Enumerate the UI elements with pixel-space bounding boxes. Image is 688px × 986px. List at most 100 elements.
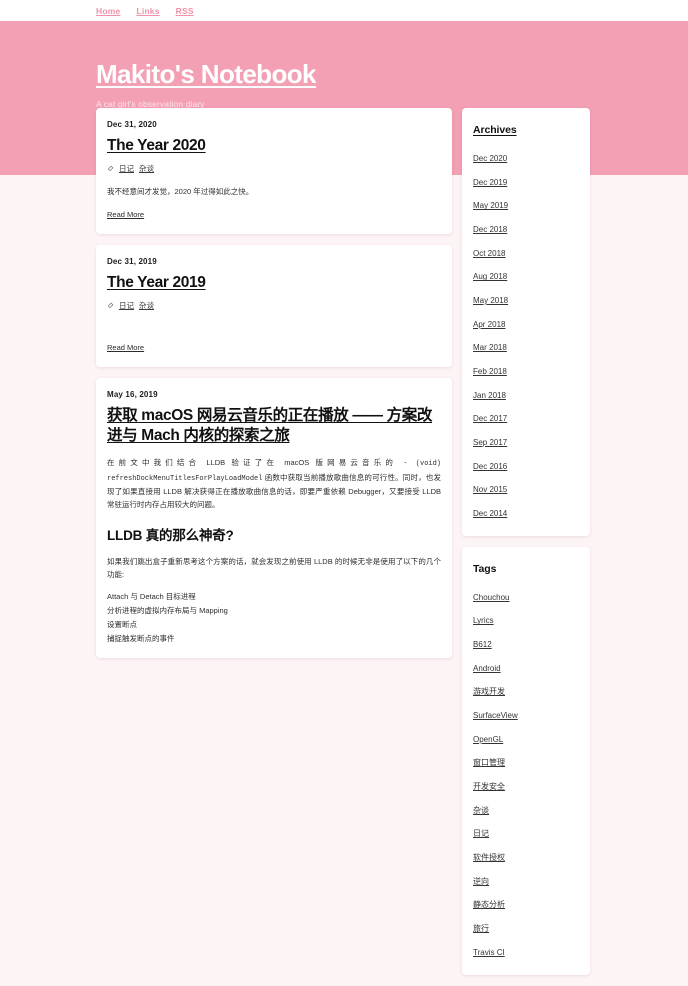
archive-link[interactable]: Dec 2019: [473, 178, 507, 187]
tag-link[interactable]: 逆向: [473, 877, 489, 886]
post-date: May 16, 2019: [107, 389, 158, 399]
tag-link[interactable]: SurfaceView: [473, 711, 518, 720]
tags-widget: Tags Chouchou Lyrics B612 Android 游戏开发 S…: [462, 546, 590, 975]
list-item: 窗口管理: [473, 749, 579, 773]
post-tag[interactable]: 杂谈: [139, 163, 154, 174]
list-item: Jan 2018: [473, 382, 579, 406]
list-item: Dec 2016: [473, 453, 579, 477]
list-item: Oct 2018: [473, 240, 579, 264]
tag-link[interactable]: 静态分析: [473, 900, 505, 909]
tag-link[interactable]: Lyrics: [473, 616, 494, 625]
post-tag[interactable]: 日记: [119, 163, 134, 174]
excerpt-text-before: 在前文中我们结合 LLDB 验证了在 macOS 版网易云音乐的: [107, 458, 404, 468]
post-tag-row: 日记 杂谈: [107, 300, 441, 311]
list-item: Aug 2018: [473, 263, 579, 287]
post-date: Dec 31, 2020: [107, 120, 157, 129]
tag-link[interactable]: Chouchou: [473, 593, 509, 602]
site-title[interactable]: Makito's Notebook: [96, 59, 316, 90]
nav-link-home[interactable]: Home: [96, 6, 120, 16]
tag-link[interactable]: B612: [473, 640, 492, 649]
archive-link[interactable]: Dec 2016: [473, 462, 507, 471]
post-section-heading: LLDB 真的那么神奇?: [107, 528, 234, 544]
list-item: Lyrics: [473, 607, 579, 631]
list-item: Chouchou: [473, 584, 579, 608]
tag-link[interactable]: 游戏开发: [473, 687, 505, 696]
tag-link[interactable]: 旅行: [473, 924, 489, 933]
page-body: Dec 31, 2020 The Year 2020 日记 杂谈 我不经意间才发…: [0, 108, 688, 986]
archive-link[interactable]: May 2018: [473, 296, 508, 305]
archives-widget: Archives Dec 2020 Dec 2019 May 2019 Dec …: [462, 108, 590, 536]
list-item: Nov 2015: [473, 476, 579, 500]
post-list: Dec 31, 2020 The Year 2020 日记 杂谈 我不经意间才发…: [96, 108, 452, 669]
list-item: 游戏开发: [473, 678, 579, 702]
archive-link[interactable]: Mar 2018: [473, 343, 507, 352]
list-item: B612: [473, 631, 579, 655]
tag-link[interactable]: OpenGL: [473, 735, 503, 744]
list-item: 捕捉触发断点的事件: [107, 634, 175, 644]
list-item: 静态分析: [473, 891, 579, 915]
archive-link[interactable]: Dec 2020: [473, 154, 507, 163]
post-bullet-list: Attach 与 Detach 目标进程 分析进程的虚拟内存布局与 Mappin…: [107, 590, 441, 646]
tag-icon: [107, 165, 114, 172]
post-date: Dec 31, 2019: [107, 256, 157, 266]
archive-link[interactable]: Oct 2018: [473, 249, 505, 258]
tag-link[interactable]: 杂谈: [473, 806, 489, 815]
post-tag[interactable]: 日记: [119, 300, 134, 311]
list-item: Dec 2020: [473, 145, 579, 169]
list-item: 开发安全: [473, 773, 579, 797]
archive-link[interactable]: Nov 2015: [473, 485, 507, 494]
post-excerpt: 我不经意间才发觉，2020 年过得如此之快。: [107, 186, 254, 196]
list-item: Apr 2018: [473, 311, 579, 335]
archive-link[interactable]: Sep 2017: [473, 438, 507, 447]
read-more-link[interactable]: Read More: [107, 210, 144, 219]
list-item: Dec 2018: [473, 216, 579, 240]
archive-link[interactable]: May 2019: [473, 201, 508, 210]
archive-link[interactable]: Dec 2018: [473, 225, 507, 234]
archives-list: Dec 2020 Dec 2019 May 2019 Dec 2018 Oct …: [473, 145, 579, 524]
post-card: Dec 31, 2019 The Year 2019 日记 杂谈 Read Mo…: [96, 244, 452, 367]
post-tag[interactable]: 杂谈: [139, 300, 154, 311]
list-item: 杂谈: [473, 797, 579, 821]
tag-link[interactable]: 日记: [473, 829, 489, 838]
tag-link[interactable]: Android: [473, 664, 501, 673]
list-item: 日记: [473, 820, 579, 844]
post-title-link[interactable]: 获取 macOS 网易云音乐的正在播放 —— 方案改进与 Mach 内核的探索之…: [107, 406, 441, 446]
list-item: May 2019: [473, 192, 579, 216]
archive-link[interactable]: Feb 2018: [473, 367, 507, 376]
sidebar: Archives Dec 2020 Dec 2019 May 2019 Dec …: [462, 108, 590, 986]
archive-link[interactable]: Apr 2018: [473, 320, 505, 329]
tags-title: Tags: [473, 562, 497, 575]
list-item: 分析进程的虚拟内存布局与 Mapping: [107, 606, 228, 616]
archives-title: Archives: [473, 124, 517, 136]
list-item: 逆向: [473, 868, 579, 892]
post-tag-row: 日记 杂谈: [107, 163, 441, 174]
nav-link-links[interactable]: Links: [136, 6, 159, 16]
list-item: Dec 2019: [473, 169, 579, 193]
list-item: May 2018: [473, 287, 579, 311]
list-item: 旅行: [473, 915, 579, 939]
nav-link-rss[interactable]: RSS: [176, 6, 194, 16]
archive-link[interactable]: Aug 2018: [473, 272, 507, 281]
list-item: Sep 2017: [473, 429, 579, 453]
list-item: SurfaceView: [473, 702, 579, 726]
list-item: Dec 2017: [473, 405, 579, 429]
tag-link[interactable]: 开发安全: [473, 782, 505, 791]
tags-list: Chouchou Lyrics B612 Android 游戏开发 Surfac…: [473, 584, 579, 963]
tag-link[interactable]: 软件授权: [473, 853, 505, 862]
archive-link[interactable]: Jan 2018: [473, 391, 506, 400]
read-more-link[interactable]: Read More: [107, 343, 144, 352]
list-item: 设置断点: [107, 620, 137, 630]
list-item: OpenGL: [473, 726, 579, 750]
tag-link[interactable]: Travis CI: [473, 948, 505, 957]
post-spacer: [107, 311, 441, 331]
post-excerpt: 在前文中我们结合 LLDB 验证了在 macOS 版网易云音乐的 - (void…: [107, 456, 441, 511]
archive-link[interactable]: Dec 2014: [473, 509, 507, 518]
list-item: 软件授权: [473, 844, 579, 868]
post-title-link[interactable]: The Year 2019: [107, 273, 206, 293]
list-item: Travis CI: [473, 939, 579, 963]
archive-link[interactable]: Dec 2017: [473, 414, 507, 423]
post-title-link[interactable]: The Year 2020: [107, 136, 206, 156]
tag-link[interactable]: 窗口管理: [473, 758, 505, 767]
list-item: Feb 2018: [473, 358, 579, 382]
list-item: Attach 与 Detach 目标进程: [107, 592, 196, 602]
